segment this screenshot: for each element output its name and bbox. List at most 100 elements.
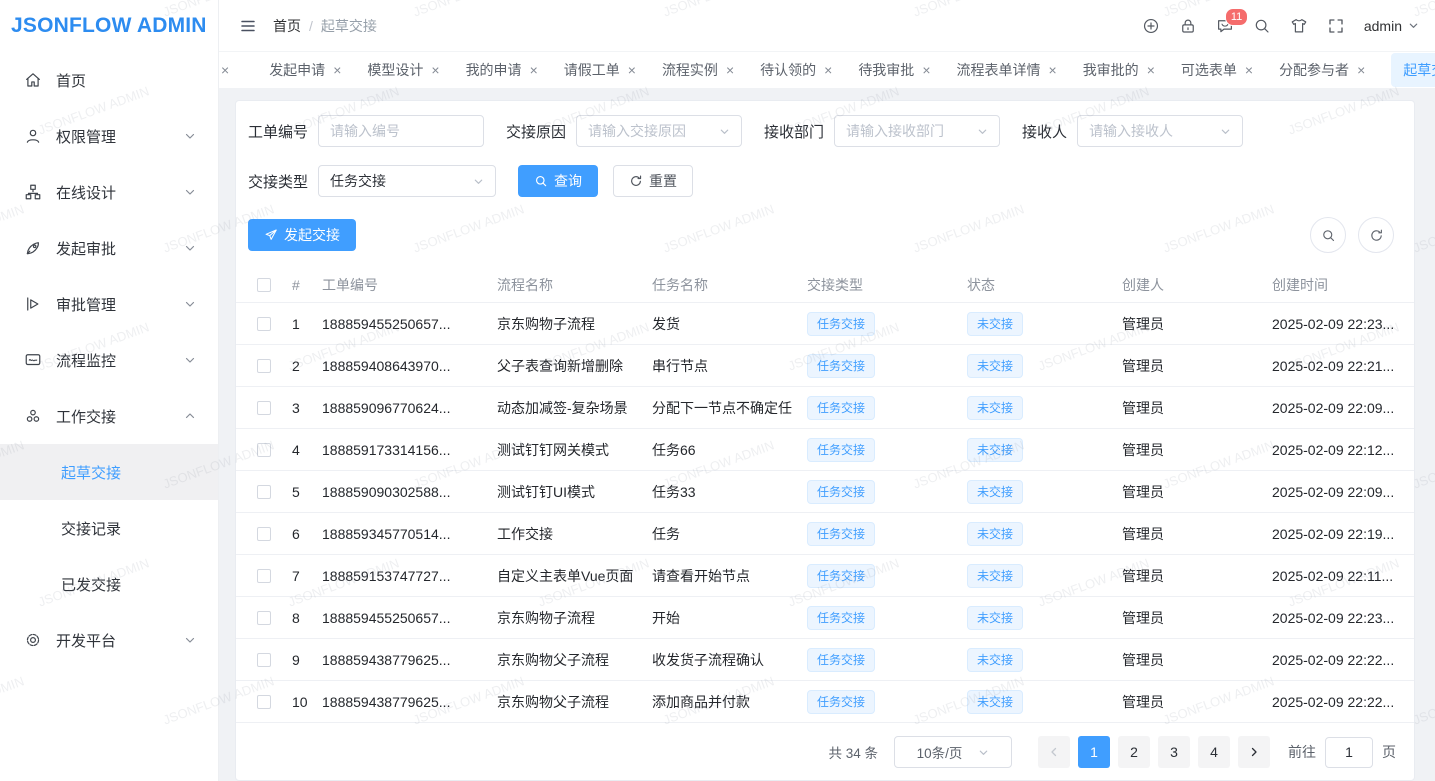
filter-type: 交接类型 任务交接 [248, 165, 496, 197]
row-checkbox[interactable] [257, 611, 271, 625]
sidebar-item-permissions[interactable]: 权限管理 [0, 108, 218, 164]
close-icon[interactable]: × [431, 63, 439, 77]
row-created-time: 2025-02-09 22:22... [1272, 694, 1404, 710]
search-button[interactable]: 查询 [518, 165, 598, 197]
tab-label: 可选表单 [1181, 60, 1237, 80]
next-page-button[interactable] [1238, 736, 1270, 768]
page-button-3[interactable]: 3 [1158, 736, 1190, 768]
sidebar-subitem-sent-handover[interactable]: 已发交接 [0, 556, 218, 612]
row-checkbox[interactable] [257, 443, 271, 457]
sidebar-item-approval-mgmt[interactable]: 审批管理 [0, 276, 218, 332]
row-process-name: 京东购物子流程 [497, 314, 652, 334]
dept-select[interactable]: 请输入接收部门 [834, 115, 1000, 147]
order-no-input[interactable] [330, 123, 472, 139]
row-task-name: 请查看开始节点 [652, 566, 807, 586]
close-icon[interactable]: × [530, 63, 538, 77]
close-icon[interactable]: × [221, 63, 229, 77]
tab-clipped[interactable]: × [221, 63, 229, 77]
sidebar-item-label: 开发平台 [56, 630, 116, 651]
table-tools [1310, 217, 1402, 253]
close-icon[interactable]: × [1245, 63, 1253, 77]
row-checkbox[interactable] [257, 359, 271, 373]
filter-label: 接收人 [1022, 121, 1067, 142]
reset-button[interactable]: 重置 [613, 165, 693, 197]
tab-process-form-detail[interactable]: 流程表单详情× [957, 60, 1057, 80]
tab-my-request[interactable]: 我的申请× [466, 60, 538, 80]
page-button-4[interactable]: 4 [1198, 736, 1230, 768]
sidebar: JSONFLOW ADMIN 首页 权限管理 在线设计 发起审批 审批管理 [0, 0, 219, 781]
search-icon[interactable] [1253, 17, 1271, 35]
type-select[interactable]: 任务交接 [318, 165, 496, 197]
row-checkbox[interactable] [257, 653, 271, 667]
filter-form: 工单编号 交接原因 请输入交接原因 接收部门 请输入接收部门 [236, 115, 1414, 215]
close-icon[interactable]: × [726, 63, 734, 77]
row-checkbox[interactable] [257, 401, 271, 415]
tab-leave-order[interactable]: 请假工单 × [564, 60, 636, 80]
message-icon[interactable]: 11 [1216, 17, 1234, 35]
sidebar-item-home[interactable]: 首页 [0, 52, 218, 108]
sidebar-item-label: 审批管理 [56, 294, 116, 315]
table-refresh-button[interactable] [1358, 217, 1394, 253]
chevron-down-icon [184, 354, 196, 366]
select-all-checkbox[interactable] [257, 278, 271, 292]
tab-label: 请假工单 [564, 60, 620, 80]
close-icon[interactable]: × [333, 63, 341, 77]
tab-process-instance[interactable]: 流程实例× [662, 60, 734, 80]
reason-select[interactable]: 请输入交接原因 [576, 115, 742, 147]
goto-page-input[interactable] [1325, 737, 1373, 768]
launch-handover-button[interactable]: 发起交接 [248, 219, 356, 251]
sidebar-fold-icon[interactable] [239, 17, 257, 35]
chevron-up-icon [184, 410, 196, 422]
close-icon[interactable]: × [628, 63, 636, 77]
row-checkbox[interactable] [257, 527, 271, 541]
sidebar-item-dev-platform[interactable]: 开发平台 [0, 612, 218, 668]
prev-page-button[interactable] [1038, 736, 1070, 768]
sidebar-item-label: 权限管理 [56, 126, 116, 147]
sidebar-subitem-draft-handover[interactable]: 起草交接 [0, 444, 218, 500]
theme-shirt-icon[interactable] [1290, 17, 1308, 35]
tab-assign-participant[interactable]: 分配参与者× [1279, 60, 1365, 80]
page-button-1[interactable]: 1 [1078, 736, 1110, 768]
fullscreen-icon[interactable] [1327, 17, 1345, 35]
lock-icon[interactable] [1179, 17, 1197, 35]
sidebar-item-online-design[interactable]: 在线设计 [0, 164, 218, 220]
page-button-2[interactable]: 2 [1118, 736, 1150, 768]
sidebar-item-launch-approval[interactable]: 发起审批 [0, 220, 218, 276]
chevron-down-icon [184, 130, 196, 142]
tab-to-approve[interactable]: 待我审批 × [858, 60, 930, 80]
row-checkbox[interactable] [257, 485, 271, 499]
row-checkbox[interactable] [257, 695, 271, 709]
breadcrumb-home[interactable]: 首页 [273, 16, 301, 36]
search-button-label: 查询 [554, 171, 582, 191]
sidebar-item-label: 在线设计 [56, 182, 116, 203]
close-icon[interactable]: × [1357, 63, 1365, 77]
tab-label: 待我审批 [858, 60, 914, 80]
sidebar-subitem-handover-records[interactable]: 交接记录 [0, 500, 218, 556]
close-icon[interactable]: × [1049, 63, 1057, 77]
row-checkbox[interactable] [257, 569, 271, 583]
close-icon[interactable]: × [922, 63, 930, 77]
row-checkbox[interactable] [257, 317, 271, 331]
row-index: 7 [292, 568, 322, 584]
tab-model-design[interactable]: 模型设计× [367, 60, 439, 80]
filter-reason: 交接原因 请输入交接原因 [506, 115, 742, 147]
tab-launch-request[interactable]: 发起申请× [269, 60, 341, 80]
user-menu[interactable]: admin [1364, 18, 1419, 34]
close-icon[interactable]: × [824, 63, 832, 77]
table-search-button[interactable] [1310, 217, 1346, 253]
row-created-time: 2025-02-09 22:09... [1272, 484, 1404, 500]
sidebar-item-process-monitor[interactable]: 流程监控 [0, 332, 218, 388]
close-icon[interactable]: × [1147, 63, 1155, 77]
row-order-no: 188859455250657... [322, 610, 497, 626]
tab-approved-by-me[interactable]: 我审批的× [1083, 60, 1155, 80]
tab-draft-handover[interactable]: 起草交接× [1391, 53, 1435, 87]
circle-plus-icon[interactable] [1142, 17, 1160, 35]
page-size-select[interactable]: 10条/页 [894, 736, 1012, 768]
sidebar-item-work-handover[interactable]: 工作交接 [0, 388, 218, 444]
receiver-select[interactable]: 请输入接收人 [1077, 115, 1243, 147]
col-task: 任务名称 [652, 275, 807, 295]
breadcrumb: 首页 / 起草交接 [273, 16, 377, 36]
chevron-down-icon [184, 186, 196, 198]
tab-selectable-form[interactable]: 可选表单 × [1181, 60, 1253, 80]
tab-to-claim[interactable]: 待认领的× [760, 60, 832, 80]
